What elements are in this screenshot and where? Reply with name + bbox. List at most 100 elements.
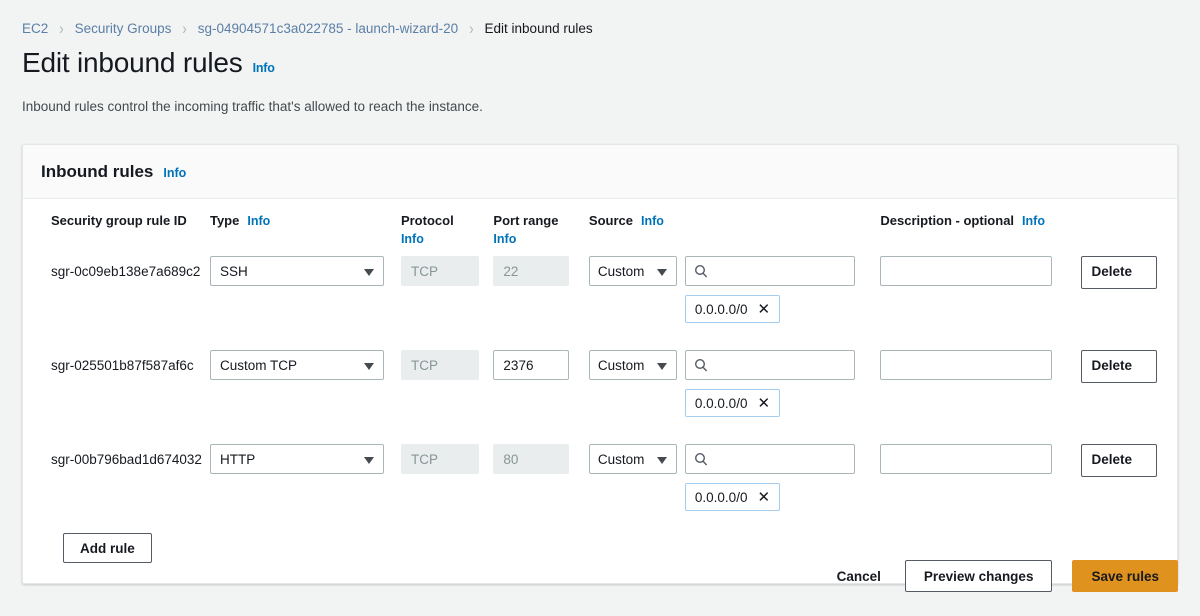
chevron-down-icon: [363, 269, 374, 276]
search-icon: [694, 452, 708, 466]
rule-id-text: sgr-025501b87f587af6c: [51, 358, 194, 373]
cell-source: Custom 0.0.0.0/0 ✕: [588, 350, 881, 417]
row-spacer: [23, 323, 1177, 350]
close-icon[interactable]: ✕: [757, 396, 770, 411]
type-select[interactable]: Custom TCP: [209, 350, 384, 380]
column-header-type: Type Info: [210, 199, 401, 256]
description-input[interactable]: [880, 444, 1053, 474]
breadcrumb-separator-icon: ›: [182, 18, 187, 38]
close-icon[interactable]: ✕: [757, 490, 770, 505]
table-body: sgr-0c09eb138e7a689c2 SSH TCP 22 Custom …: [23, 256, 1177, 511]
cidr-token-label: 0.0.0.0/0: [694, 301, 748, 317]
description-info-link[interactable]: Info: [1022, 214, 1045, 228]
column-header-source: Source Info: [589, 199, 881, 256]
cell-delete: Delete: [1081, 444, 1177, 511]
column-header-source-label: Source: [588, 213, 633, 228]
cancel-button[interactable]: Cancel: [833, 569, 885, 584]
description-input[interactable]: [880, 350, 1053, 380]
type-select[interactable]: HTTP: [209, 444, 384, 474]
column-header-type-label: Type: [209, 213, 240, 228]
port-range-info-link[interactable]: Info: [493, 232, 588, 246]
source-token-row: 0.0.0.0/0 ✕: [684, 295, 881, 323]
column-header-protocol: Protocol Info: [401, 199, 493, 256]
table-row: sgr-025501b87f587af6c Custom TCP TCP 237…: [23, 350, 1177, 417]
preview-changes-button[interactable]: Preview changes: [904, 560, 1053, 592]
cell-type: SSH: [209, 256, 401, 323]
card-info-link[interactable]: Info: [163, 166, 186, 180]
protocol-input: TCP: [400, 256, 479, 286]
breadcrumb-item-ec2[interactable]: EC2: [22, 21, 48, 36]
source-type-select[interactable]: Custom: [588, 444, 677, 474]
type-info-link[interactable]: Info: [247, 214, 270, 228]
table-head: Security group rule ID Type Info Protoco…: [23, 199, 1177, 256]
port-range-input[interactable]: 2376: [493, 350, 570, 380]
breadcrumb-separator-icon: ›: [469, 18, 474, 38]
source-search-input[interactable]: [684, 256, 855, 286]
row-spacer: [23, 417, 1177, 444]
port-range-value: 22: [503, 263, 519, 279]
rule-id-text: sgr-00b796bad1d674032: [51, 452, 202, 467]
delete-rule-button[interactable]: Delete: [1081, 256, 1158, 289]
source-search-input[interactable]: [684, 350, 855, 380]
source-type-value: Custom: [597, 357, 645, 373]
source-token-row: 0.0.0.0/0 ✕: [684, 483, 881, 511]
source-type-value: Custom: [597, 451, 645, 467]
protocol-input: TCP: [400, 350, 479, 380]
column-header-rule-id-label: Security group rule ID: [51, 213, 187, 228]
inbound-rules-table: Security group rule ID Type Info Protoco…: [23, 199, 1177, 511]
card-title: Inbound rules: [41, 162, 154, 181]
cidr-token[interactable]: 0.0.0.0/0 ✕: [684, 389, 781, 417]
page-description: Inbound rules control the incoming traff…: [22, 99, 483, 114]
column-header-port-range: Port range Info: [493, 199, 588, 256]
chevron-down-icon: [656, 363, 667, 370]
cell-rule-id: sgr-00b796bad1d674032: [23, 444, 210, 511]
breadcrumb: EC2 › Security Groups › sg-04904571c3a02…: [0, 0, 1200, 38]
cidr-token[interactable]: 0.0.0.0/0 ✕: [684, 295, 781, 323]
save-rules-button[interactable]: Save rules: [1072, 560, 1178, 592]
add-rule-button[interactable]: Add rule: [63, 533, 152, 563]
chevron-down-icon: [656, 457, 667, 464]
cidr-token[interactable]: 0.0.0.0/0 ✕: [684, 483, 781, 511]
port-range-input: 80: [493, 444, 570, 474]
breadcrumb-item-current: Edit inbound rules: [484, 20, 593, 36]
column-header-actions: [1081, 199, 1177, 256]
inbound-rules-card: Inbound rules Info Security group rule I…: [22, 144, 1178, 584]
description-input[interactable]: [880, 256, 1053, 286]
column-header-rule-id: Security group rule ID: [23, 199, 210, 256]
protocol-value: TCP: [410, 451, 438, 467]
source-info-link[interactable]: Info: [641, 214, 664, 228]
cell-source: Custom 0.0.0.0/0 ✕: [588, 256, 881, 323]
protocol-info-link[interactable]: Info: [401, 232, 493, 246]
source-type-value: Custom: [597, 263, 645, 279]
port-range-input: 22: [493, 256, 570, 286]
type-select-value: Custom TCP: [219, 357, 297, 373]
port-range-value: 2376: [503, 357, 534, 373]
cell-description: [880, 350, 1081, 417]
cell-delete: Delete: [1081, 350, 1177, 417]
rule-id-text: sgr-0c09eb138e7a689c2: [51, 264, 201, 279]
chevron-down-icon: [656, 269, 667, 276]
cell-protocol: TCP: [400, 444, 493, 511]
protocol-value: TCP: [410, 263, 438, 279]
delete-rule-button[interactable]: Delete: [1081, 444, 1158, 477]
chevron-down-icon: [363, 363, 374, 370]
source-type-select[interactable]: Custom: [588, 256, 677, 286]
protocol-value: TCP: [410, 357, 438, 373]
cidr-token-label: 0.0.0.0/0: [694, 395, 748, 411]
source-search-input[interactable]: [684, 444, 855, 474]
page-header: Edit inbound rules Info Inbound rules co…: [0, 36, 1200, 114]
close-icon[interactable]: ✕: [757, 302, 770, 317]
type-select-value: HTTP: [219, 451, 256, 467]
source-type-select[interactable]: Custom: [588, 350, 677, 380]
search-icon: [694, 264, 708, 278]
type-select[interactable]: SSH: [209, 256, 384, 286]
column-header-protocol-label: Protocol: [400, 213, 454, 228]
delete-rule-button[interactable]: Delete: [1081, 350, 1158, 383]
table-row: sgr-00b796bad1d674032 HTTP TCP 80 Custom…: [23, 444, 1177, 511]
column-header-description: Description - optional Info: [880, 199, 1081, 256]
cell-port-range: 80: [493, 444, 588, 511]
page-info-link[interactable]: Info: [253, 51, 275, 85]
breadcrumb-item-security-group-id[interactable]: sg-04904571c3a022785 - launch-wizard-20: [198, 21, 458, 36]
search-icon: [694, 358, 708, 372]
breadcrumb-item-security-groups[interactable]: Security Groups: [75, 21, 172, 36]
